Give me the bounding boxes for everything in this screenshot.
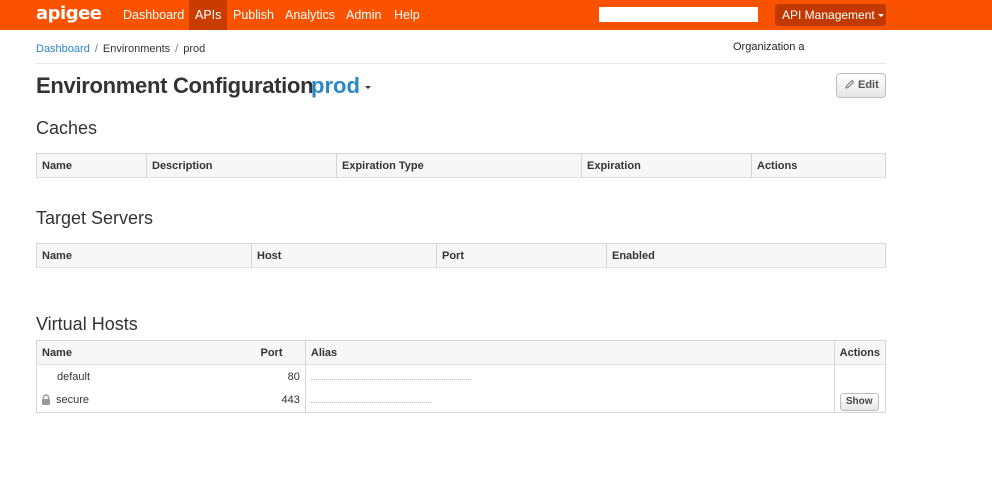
- pencil-icon: [845, 79, 855, 89]
- virtual-host-actions: Show: [833, 388, 886, 413]
- breadcrumb-dashboard[interactable]: Dashboard: [36, 43, 90, 55]
- virtual-hosts-table: Name Port Alias Actions default 80 secur…: [36, 340, 886, 413]
- chevron-down-icon: [877, 14, 884, 18]
- nav-item-dashboard[interactable]: Dashboard: [117, 0, 190, 30]
- virtual-host-port: 443: [281, 394, 300, 407]
- chevron-down-icon[interactable]: [365, 86, 371, 89]
- edit-button-label: Edit: [858, 79, 879, 91]
- caches-table: Name Description Expiration Type Expirat…: [36, 153, 886, 178]
- virtual-hosts-title: Virtual Hosts: [36, 314, 138, 334]
- column-header[interactable]: Expiration: [581, 153, 752, 178]
- page-title: Environment Configuration: [36, 73, 314, 98]
- column-header: Actions: [834, 340, 886, 365]
- apigee-logo[interactable]: apigee: [36, 3, 102, 24]
- nav-item-publish[interactable]: Publish: [227, 0, 280, 30]
- virtual-host-name: default: [57, 370, 91, 383]
- breadcrumb-environments: Environments: [102, 43, 171, 55]
- column-header[interactable]: Name: [36, 153, 147, 178]
- top-navbar: apigee Dashboard APIs Publish Analytics …: [0, 0, 992, 30]
- column-header[interactable]: Host: [251, 243, 437, 268]
- lock-icon: [42, 394, 50, 406]
- nav-item-analytics[interactable]: Analytics: [279, 0, 341, 30]
- caches-title: Caches: [36, 118, 98, 138]
- virtual-host-name-cell: secure: [37, 389, 256, 413]
- virtual-host-port: 80: [287, 370, 300, 383]
- virtual-host-actions: [833, 364, 886, 389]
- column-header[interactable]: Enabled: [606, 243, 886, 268]
- table-header-row: Name Description Expiration Type Expirat…: [36, 153, 886, 178]
- column-header[interactable]: Name: [36, 243, 252, 268]
- show-button[interactable]: Show: [839, 393, 879, 412]
- column-header[interactable]: Alias: [305, 340, 835, 365]
- column-header[interactable]: Description: [146, 153, 337, 178]
- virtual-host-alias: [304, 364, 835, 389]
- breadcrumb-prod: prod: [183, 43, 206, 55]
- table-header-row: Name Host Port Enabled: [36, 243, 886, 268]
- table-header-row: Name Port Alias Actions: [36, 340, 886, 365]
- edit-button[interactable]: Edit: [836, 73, 886, 98]
- target-servers-table: Name Host Port Enabled: [36, 243, 886, 268]
- breadcrumb: Dashboard / Environments / prod: [36, 43, 205, 55]
- column-header: Actions: [751, 153, 886, 178]
- breadcrumb-separator: /: [175, 43, 179, 55]
- column-header[interactable]: Port: [436, 243, 607, 268]
- column-header[interactable]: Expiration Type: [336, 153, 582, 178]
- nav-item-apis[interactable]: APIs: [189, 0, 228, 30]
- divider: [36, 63, 886, 64]
- virtual-host-name: secure: [56, 394, 90, 407]
- nav-item-help[interactable]: Help: [388, 0, 426, 30]
- nav-item-admin[interactable]: Admin: [340, 0, 387, 30]
- environment-selector[interactable]: prod: [311, 73, 360, 99]
- api-management-dropdown[interactable]: API Management: [775, 4, 886, 26]
- table-row[interactable]: secure 443 Show: [37, 388, 886, 413]
- search-input[interactable]: [599, 7, 758, 22]
- column-header[interactable]: Name: [36, 340, 256, 365]
- virtual-host-alias: [304, 388, 835, 413]
- table-row[interactable]: default 80: [37, 364, 886, 389]
- target-servers-title: Target Servers: [36, 208, 154, 228]
- breadcrumb-separator: /: [94, 43, 98, 55]
- organization-label[interactable]: Organization a: [733, 41, 805, 53]
- api-management-label: API Management: [782, 8, 875, 22]
- column-header[interactable]: Port: [255, 340, 306, 365]
